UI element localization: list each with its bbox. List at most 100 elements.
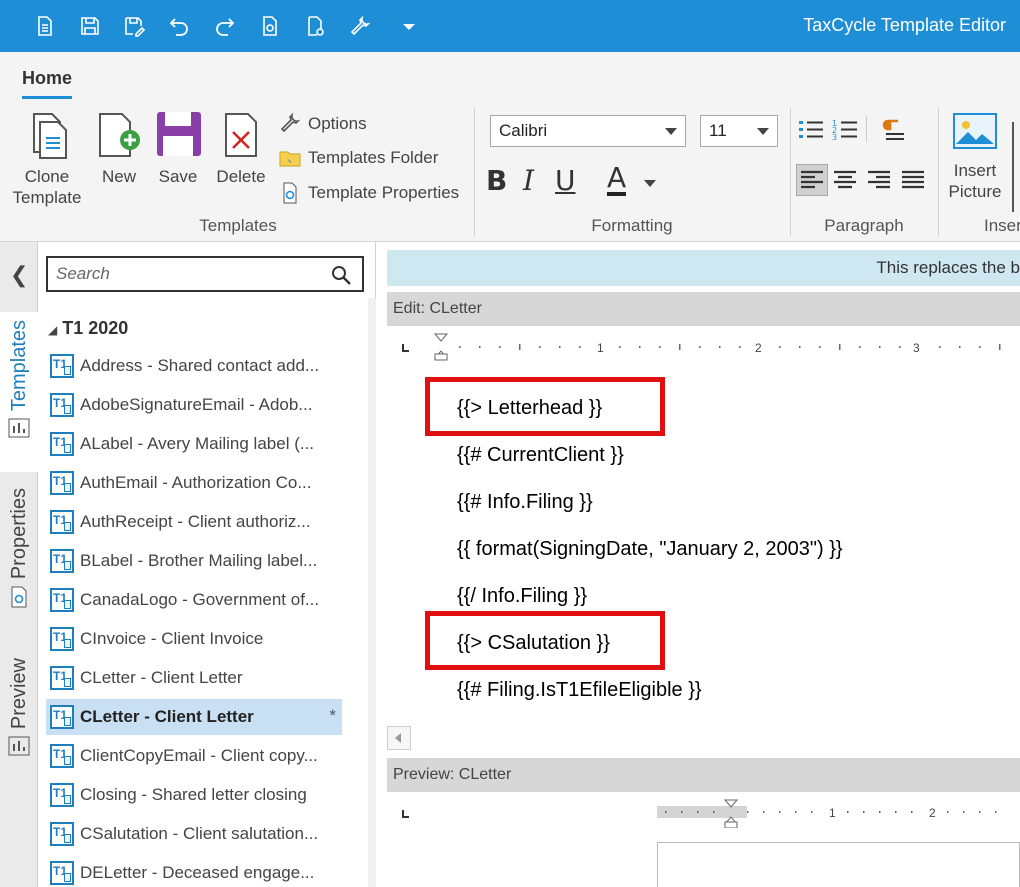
ruler-number: 1 xyxy=(829,806,836,820)
new-button[interactable]: New xyxy=(92,110,146,187)
template-item-label: CLetter - Client Letter xyxy=(80,707,254,726)
save-as-icon[interactable] xyxy=(121,13,147,39)
tab-preview[interactable]: Preview xyxy=(0,654,38,784)
template-item-label: AdobeSignatureEmail - Adob... xyxy=(80,395,313,414)
redo-icon[interactable] xyxy=(212,13,238,39)
template-item[interactable]: T1 ClientCopyEmail - Client copy... xyxy=(46,738,342,774)
delete-button[interactable]: Delete xyxy=(212,110,270,187)
align-right-icon[interactable] xyxy=(864,165,894,195)
save-label: Save xyxy=(158,167,198,186)
font-color-button[interactable]: A xyxy=(607,164,627,196)
template-item-label: CLetter - Client Letter xyxy=(80,668,243,687)
align-left-button[interactable] xyxy=(796,164,828,196)
paragraph-group-label: Paragraph xyxy=(824,216,904,235)
chevron-down-icon xyxy=(665,128,677,135)
template-item-label: CanadaLogo - Government of... xyxy=(80,590,320,609)
templates-folder-button[interactable]: Templates Folder xyxy=(278,146,438,170)
template-properties-button[interactable]: Template Properties xyxy=(278,181,459,205)
t1-template-icon: T1 xyxy=(50,705,74,729)
paragraph-marks-icon[interactable] xyxy=(880,118,906,142)
template-item[interactable]: T1 CInvoice - Client Invoice xyxy=(46,621,342,657)
side-tab-strip: ❮ Templates Properties Preview xyxy=(0,242,38,887)
scroll-left-button[interactable] xyxy=(387,726,411,750)
delete-doc-icon xyxy=(225,113,257,157)
ruler-number: 2 xyxy=(929,806,936,820)
undo-icon[interactable] xyxy=(166,13,192,39)
template-item[interactable]: T1 AdobeSignatureEmail - Adob... xyxy=(46,387,342,423)
highlight-box-letterhead xyxy=(425,377,665,436)
new-doc-icon xyxy=(99,113,140,157)
doc-add-icon[interactable] xyxy=(302,13,328,39)
tab-properties-label: Properties xyxy=(7,488,30,580)
search-input[interactable]: Search xyxy=(46,256,364,292)
code-line[interactable]: {{# CurrentClient }} xyxy=(457,444,624,467)
bold-button[interactable]: B xyxy=(486,164,507,197)
align-justify-icon[interactable] xyxy=(898,165,928,195)
wrench-icon xyxy=(280,112,301,133)
template-item-label: AuthEmail - Authorization Co... xyxy=(80,473,312,492)
separator xyxy=(938,108,939,236)
template-item[interactable]: T1 ALabel - Avery Mailing label (... xyxy=(46,426,342,462)
clone-template-button[interactable]: Clone Template xyxy=(8,110,86,208)
numbered-list-icon[interactable]: 1 2 3 xyxy=(832,118,858,142)
search-placeholder: Search xyxy=(56,264,110,283)
edit-ruler[interactable]: 1 2 3 xyxy=(397,332,1020,362)
clone-template-label: Clone Template xyxy=(12,167,82,207)
template-item[interactable]: T1 CLetter - Client Letter xyxy=(46,660,342,696)
template-item[interactable]: T1 CanadaLogo - Government of... xyxy=(46,582,342,618)
doc-settings-icon[interactable] xyxy=(257,13,283,39)
template-item[interactable]: T1 BLabel - Brother Mailing label... xyxy=(46,543,342,579)
title-bar: TaxCycle Template Editor xyxy=(0,0,1020,52)
t1-template-icon: T1 xyxy=(50,510,74,534)
next-ribbon-button[interactable] xyxy=(1012,122,1020,212)
bulleted-list-icon[interactable] xyxy=(798,118,824,142)
doc-settings-icon xyxy=(283,182,297,204)
search-icon[interactable] xyxy=(330,264,352,286)
code-line[interactable]: {{# Info.Filing }} xyxy=(457,491,593,514)
italic-button[interactable]: I xyxy=(523,164,534,197)
tree-group-t1-2020[interactable]: ◢ T1 2020 xyxy=(48,318,128,339)
tab-properties[interactable]: Properties xyxy=(0,482,38,632)
wrench-icon[interactable] xyxy=(347,13,373,39)
code-line[interactable]: {{/ Info.Filing }} xyxy=(457,585,587,608)
code-line[interactable]: {{# Filing.IsT1EfileEligible }} xyxy=(457,679,702,702)
editor-area: This replaces the b Edit: CLetter 1 2 3 … xyxy=(377,242,1020,887)
insert-picture-button[interactable]: Insert Picture xyxy=(944,110,1006,202)
chevron-down-icon[interactable] xyxy=(644,180,656,187)
template-item-label: AuthReceipt - Client authoriz... xyxy=(80,512,311,531)
code-line[interactable]: {{ format(SigningDate, "January 2, 2003"… xyxy=(457,538,843,561)
tab-templates[interactable]: Templates xyxy=(0,312,38,472)
templates-scrollbar[interactable] xyxy=(368,298,376,887)
separator xyxy=(474,108,475,236)
save-icon[interactable] xyxy=(77,13,103,39)
customize-dropdown-icon[interactable] xyxy=(396,13,422,39)
template-item-label: CSalutation - Client salutation... xyxy=(80,824,319,843)
template-item[interactable]: T1 AuthEmail - Authorization Co... xyxy=(46,465,342,501)
options-button[interactable]: Options xyxy=(278,112,367,136)
svg-text:3: 3 xyxy=(832,133,837,142)
t1-template-icon: T1 xyxy=(50,822,74,846)
template-item[interactable]: T1 Address - Shared contact add... xyxy=(46,348,342,384)
underline-button[interactable]: U xyxy=(555,164,576,197)
t1-template-icon: T1 xyxy=(50,432,74,456)
align-center-icon[interactable] xyxy=(830,165,860,195)
tab-home[interactable]: Home xyxy=(22,68,72,89)
template-item-selected[interactable]: T1 CLetter - Client Letter * xyxy=(46,699,342,735)
template-item[interactable]: T1 DELetter - Deceased engage... xyxy=(46,855,342,887)
template-item[interactable]: T1 AuthReceipt - Client authoriz... xyxy=(46,504,342,540)
font-family-select[interactable]: Calibri xyxy=(490,115,686,147)
font-size-select[interactable]: 11 xyxy=(700,115,778,147)
templates-folder-label: Templates Folder xyxy=(308,148,439,167)
tree-collapse-icon[interactable]: ◢ xyxy=(48,323,57,337)
template-item-label: Address - Shared contact add... xyxy=(80,356,320,375)
template-item[interactable]: T1 CSalutation - Client salutation... xyxy=(46,816,342,852)
save-button[interactable]: Save xyxy=(150,110,206,187)
preview-ruler[interactable]: 1 2 xyxy=(397,798,1020,828)
collapse-panel-icon[interactable]: ❮ xyxy=(10,262,28,288)
tab-home-underline xyxy=(22,96,72,99)
template-item-label: DELetter - Deceased engage... xyxy=(80,863,315,882)
template-item[interactable]: T1 Closing - Shared letter closing xyxy=(46,777,342,813)
ruler-number: 1 xyxy=(597,341,604,355)
new-doc-icon[interactable] xyxy=(32,13,58,39)
edit-header: Edit: CLetter xyxy=(387,292,1020,326)
